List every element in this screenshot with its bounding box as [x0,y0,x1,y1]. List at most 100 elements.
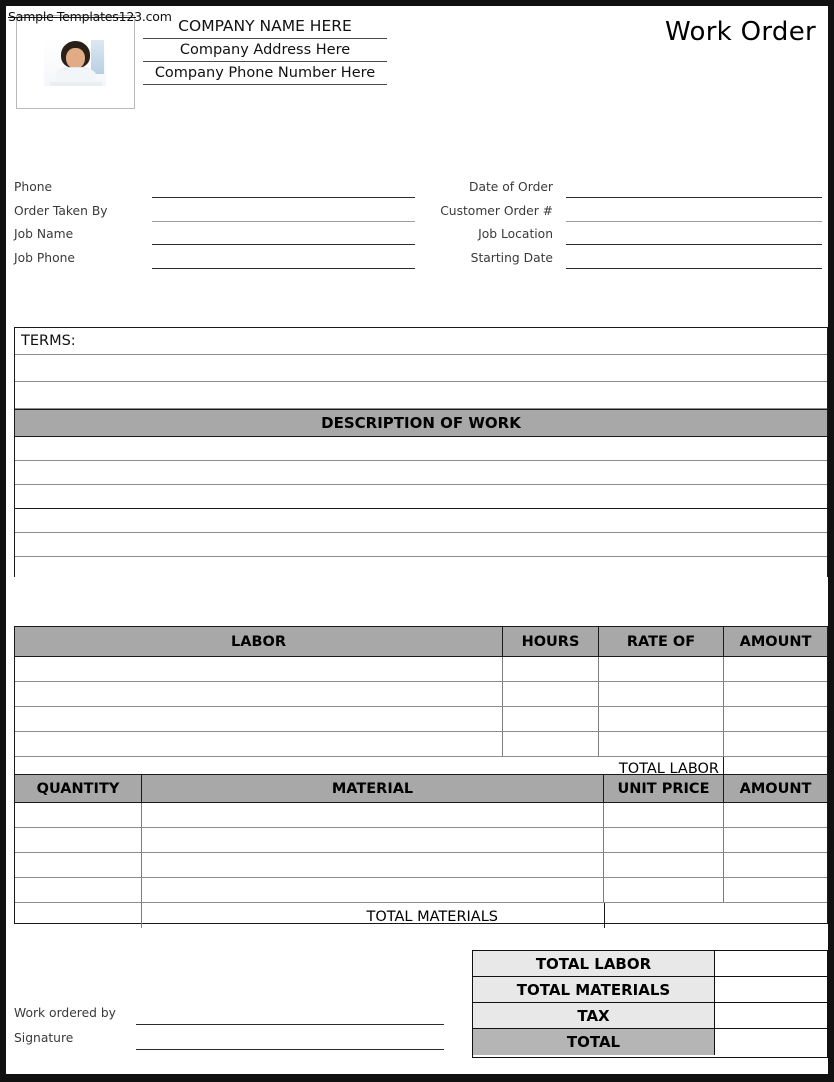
terms-header-row[interactable]: TERMS: [15,328,827,355]
input-job-location[interactable] [566,244,822,246]
label-date-of-order: Date of Order [468,180,553,194]
labor-table-row[interactable] [15,707,827,732]
material-cell-description[interactable] [142,803,604,827]
description-row[interactable] [15,461,827,485]
labor-cell-description[interactable] [15,732,503,756]
material-cell-unit-price[interactable] [604,803,724,827]
material-table: QUANTITY MATERIAL UNIT PRICE AMOUNT TOTA… [14,774,828,928]
totals-row-total-labor: TOTAL LABOR [473,951,827,977]
material-table-row[interactable] [15,878,827,903]
totals-label-tax: TAX [473,1003,715,1028]
totals-value-total-labor[interactable] [715,951,827,976]
material-cell-unit-price[interactable] [604,853,724,877]
labor-table-row[interactable] [15,657,827,682]
labor-cell-description[interactable] [15,707,503,731]
input-job-phone[interactable] [152,267,415,269]
labor-cell-description[interactable] [15,657,503,681]
material-cell-amount[interactable] [724,878,827,902]
totals-row-tax: TAX [473,1003,827,1029]
field-row-2: Order Taken By Customer Order # [6,204,828,228]
description-row[interactable] [15,509,827,533]
material-cell-description[interactable] [142,853,604,877]
labor-cell-rate[interactable] [599,657,724,681]
terms-blank-row[interactable] [15,355,827,382]
labor-cell-hours[interactable] [503,707,599,731]
signature-row-signature: Signature [6,1031,466,1056]
description-row[interactable] [15,485,827,509]
material-cell-unit-price[interactable] [604,878,724,902]
logo-photo-placeholder [44,38,106,86]
material-cell-quantity[interactable] [15,853,142,877]
totals-row-total: TOTAL [473,1029,827,1055]
material-cell-unit-price[interactable] [604,828,724,852]
document-title: Work Order [665,17,816,47]
material-cell-amount[interactable] [724,828,827,852]
labor-cell-rate[interactable] [599,707,724,731]
totals-label-total: TOTAL [473,1029,715,1055]
material-table-row[interactable] [15,803,827,828]
totals-value-total[interactable] [715,1029,827,1055]
company-name-field[interactable]: COMPANY NAME HERE [143,16,387,39]
input-work-ordered-by[interactable] [136,1024,444,1026]
labor-cell-amount[interactable] [724,657,827,681]
label-starting-date: Starting Date [470,250,553,265]
input-phone[interactable] [152,197,415,199]
input-job-name[interactable] [152,244,415,246]
label-work-ordered-by: Work ordered by [14,1006,116,1020]
label-signature: Signature [14,1031,74,1045]
labor-cell-hours[interactable] [503,657,599,681]
photo-person-face [66,48,85,69]
labor-cell-amount[interactable] [724,682,827,706]
material-total-value[interactable] [604,903,827,928]
labor-cell-hours[interactable] [503,732,599,756]
label-job-name: Job Name [14,227,74,241]
input-starting-date[interactable] [566,267,822,269]
signature-section: Work ordered by Signature [6,1006,466,1056]
material-col-header-unit-price: UNIT PRICE [604,775,724,802]
company-info-block: COMPANY NAME HERE Company Address Here C… [143,16,387,85]
input-customer-order-number[interactable] [566,220,822,222]
labor-cell-hours[interactable] [503,682,599,706]
company-address-field[interactable]: Company Address Here [143,39,387,62]
labor-col-header-rate: RATE OF [599,627,724,656]
company-phone-field[interactable]: Company Phone Number Here [143,62,387,85]
totals-summary-box: TOTAL LABOR TOTAL MATERIALS TAX TOTAL [472,950,828,1058]
material-total-spacer [15,903,142,928]
company-logo-box[interactable] [16,15,135,109]
material-col-header-amount: AMOUNT [739,780,812,797]
material-cell-description[interactable] [142,828,604,852]
input-signature[interactable] [136,1049,444,1051]
totals-row-total-materials: TOTAL MATERIALS [473,977,827,1003]
field-row-3: Job Name Job Location [6,227,828,251]
labor-table-row[interactable] [15,682,827,707]
description-row[interactable] [15,437,827,461]
labor-cell-rate[interactable] [599,682,724,706]
material-table-row[interactable] [15,853,827,878]
material-total-label-cell: TOTAL MATERIALS [142,903,604,928]
material-cell-description[interactable] [142,878,604,902]
material-cell-amount[interactable] [724,853,827,877]
input-date-of-order[interactable] [566,197,822,199]
description-row[interactable] [15,557,827,581]
labor-cell-amount[interactable] [724,732,827,756]
labor-cell-amount[interactable] [724,707,827,731]
labor-table-row[interactable] [15,732,827,757]
photo-window-pane [91,40,104,74]
description-row[interactable] [15,533,827,557]
labor-cell-rate[interactable] [599,732,724,756]
field-row-4: Job Phone Starting Date [6,251,828,275]
totals-value-total-materials[interactable] [715,977,827,1002]
description-of-work-header: DESCRIPTION OF WORK [15,409,827,437]
totals-label-total-materials: TOTAL MATERIALS [473,977,715,1002]
material-cell-quantity[interactable] [15,803,142,827]
labor-cell-description[interactable] [15,682,503,706]
totals-label-total-labor: TOTAL LABOR [473,951,715,976]
input-order-taken-by[interactable] [152,220,415,222]
material-cell-amount[interactable] [724,803,827,827]
material-cell-quantity[interactable] [15,828,142,852]
terms-blank-row[interactable] [15,382,827,409]
totals-value-tax[interactable] [715,1003,827,1028]
labor-col-header-hours: HOURS [503,627,599,656]
material-table-row[interactable] [15,828,827,853]
material-cell-quantity[interactable] [15,878,142,902]
